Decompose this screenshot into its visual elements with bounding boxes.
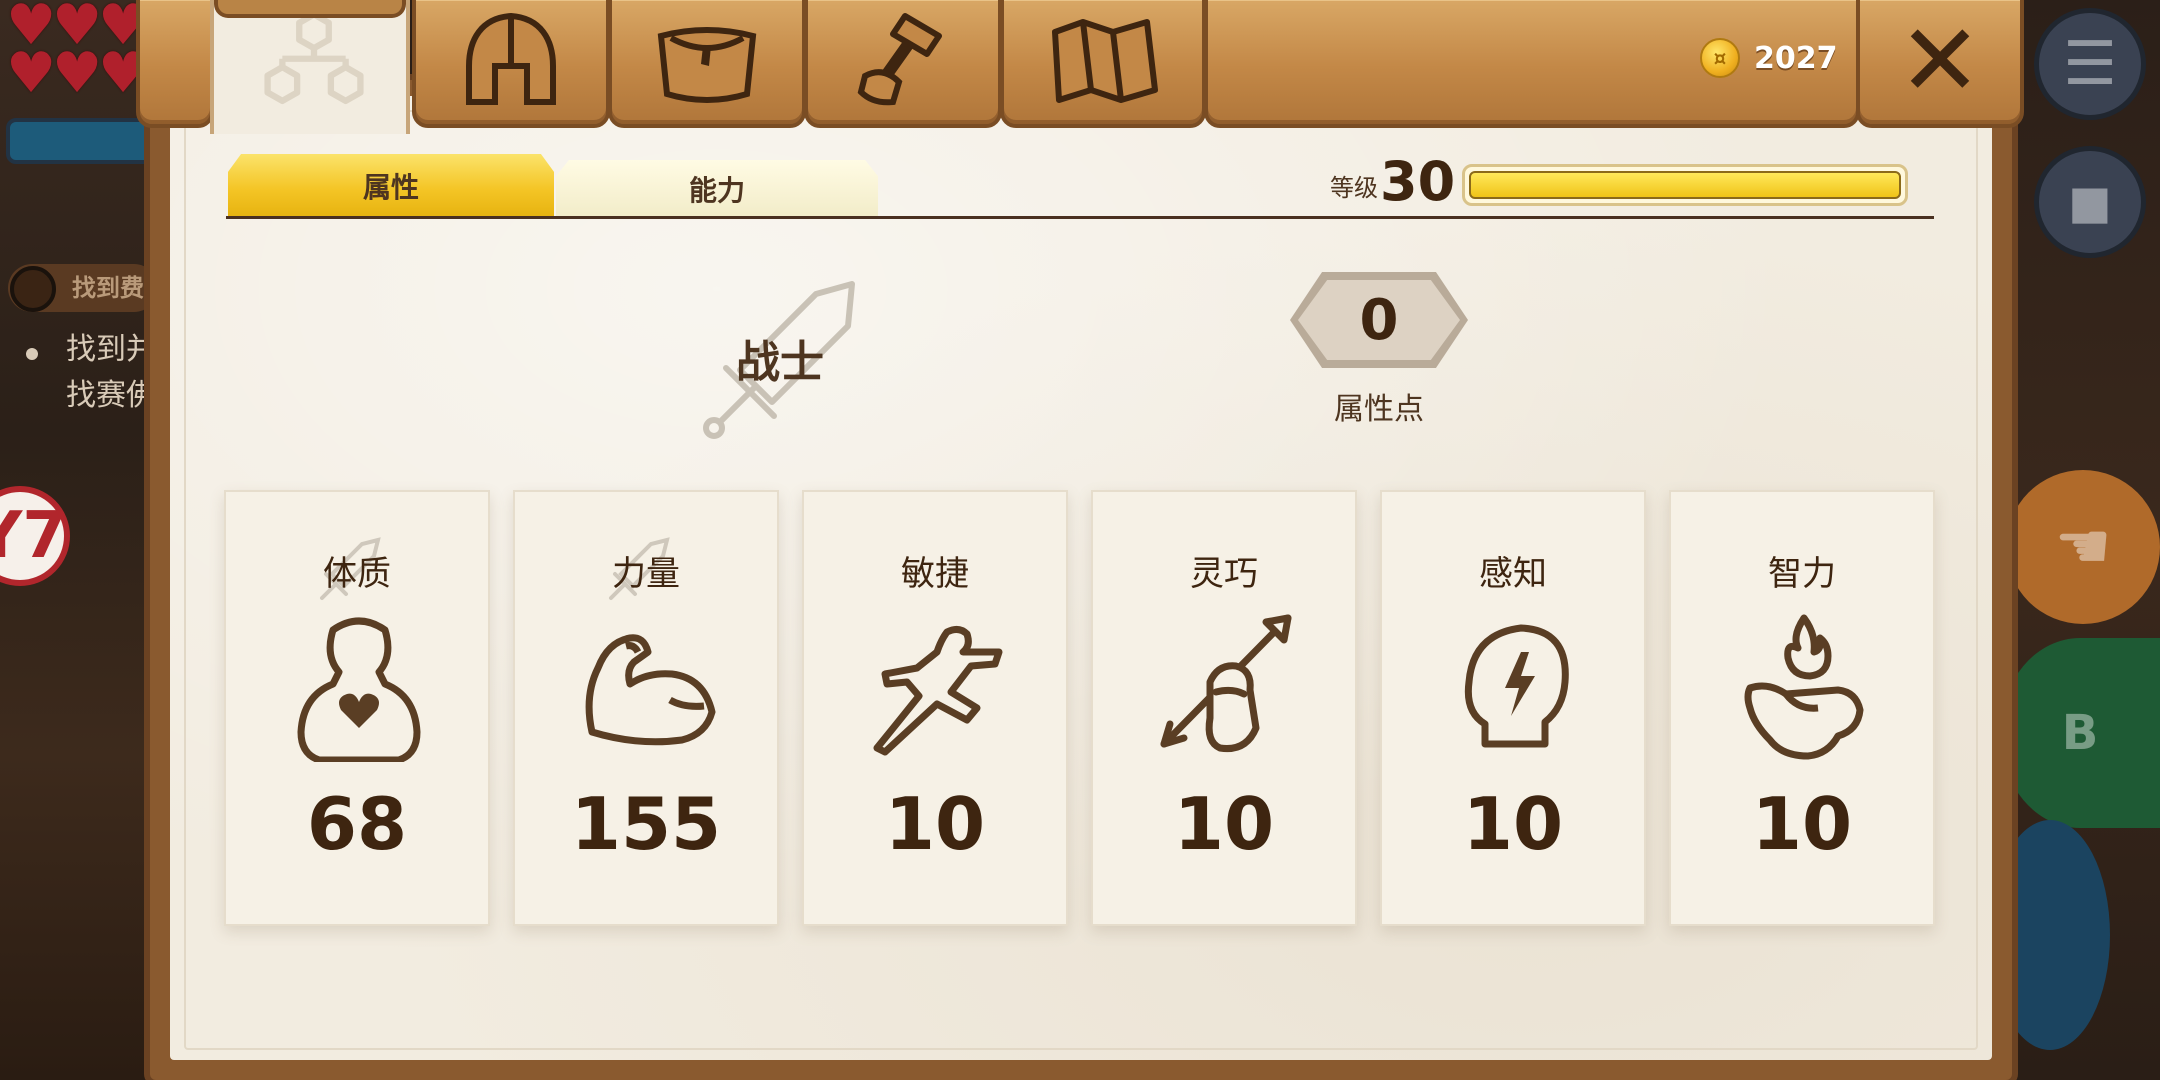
stat-value: 68 bbox=[306, 782, 408, 866]
interact-button[interactable]: ☚ bbox=[2006, 470, 2160, 624]
stat-card-intelligence[interactable]: 智力 10 bbox=[1669, 490, 1935, 926]
level-value: 30 bbox=[1380, 150, 1456, 213]
quest-marker-icon bbox=[10, 266, 56, 312]
stat-value: 10 bbox=[1751, 782, 1853, 866]
hammer-icon bbox=[857, 13, 942, 106]
stat-value: 10 bbox=[1462, 782, 1564, 866]
camera-icon: ■ bbox=[2068, 175, 2112, 229]
camera-button[interactable]: ■ bbox=[2034, 146, 2146, 258]
constitution-icon bbox=[297, 617, 421, 762]
stat-value: 155 bbox=[570, 782, 722, 866]
stat-name: 力量 bbox=[612, 554, 680, 594]
xp-bar bbox=[1462, 164, 1908, 206]
close-button[interactable]: ✕ bbox=[1856, 0, 2024, 128]
helmet-icon bbox=[466, 12, 556, 105]
attribute-points-label: 属性点 bbox=[1334, 392, 1424, 427]
stat-card-agility[interactable]: 敏捷 10 bbox=[802, 490, 1068, 926]
stat-card-perception[interactable]: 感知 10 bbox=[1380, 490, 1646, 926]
menu-button[interactable]: ☰ bbox=[2034, 8, 2146, 120]
perception-icon bbox=[1464, 624, 1569, 748]
tab-skills-top bbox=[214, 0, 406, 18]
stat-name: 体质 bbox=[323, 554, 391, 594]
stat-value: 10 bbox=[884, 782, 986, 866]
tab-attributes[interactable]: 属性 bbox=[228, 154, 554, 218]
intelligence-icon bbox=[1744, 614, 1864, 760]
stat-name: 敏捷 bbox=[901, 554, 969, 594]
level-label: 等级 bbox=[1330, 174, 1378, 202]
class-name: 战士 bbox=[736, 337, 824, 388]
tab-crafting[interactable] bbox=[804, 0, 1002, 128]
stat-name: 灵巧 bbox=[1190, 554, 1258, 594]
tab-equipment[interactable] bbox=[412, 0, 610, 128]
quest-bullet bbox=[26, 348, 38, 360]
tab-divider bbox=[226, 216, 1934, 219]
hamburger-icon: ☰ bbox=[2063, 29, 2117, 99]
hand-icon: ☚ bbox=[2054, 510, 2112, 584]
stat-card-strength[interactable]: 力量 155 bbox=[513, 490, 779, 926]
heart-icon: ♥ bbox=[52, 41, 103, 106]
attribute-points-value: 0 bbox=[1298, 280, 1460, 360]
tab-map[interactable] bbox=[1000, 0, 1206, 128]
quest-objective-2: 找赛佛 bbox=[66, 378, 156, 413]
close-icon: ✕ bbox=[1898, 2, 1982, 119]
stat-name: 智力 bbox=[1768, 554, 1836, 594]
skill-tree-icon bbox=[264, 11, 364, 105]
strength-icon bbox=[585, 634, 716, 746]
stat-name: 感知 bbox=[1479, 554, 1547, 594]
bag-icon bbox=[657, 27, 757, 103]
tab-edge bbox=[136, 0, 214, 128]
quest-objective-1: 找到并 bbox=[66, 332, 156, 367]
stat-card-dexterity[interactable]: 灵巧 10 bbox=[1091, 490, 1357, 926]
gold-amount: 2027 bbox=[1754, 40, 1838, 76]
xp-bar-fill bbox=[1469, 171, 1901, 199]
agility-icon bbox=[873, 625, 1003, 756]
gold-coin-icon: ¤ bbox=[1700, 38, 1740, 78]
stat-card-constitution[interactable]: 体质 68 bbox=[224, 490, 490, 926]
stat-value: 10 bbox=[1173, 782, 1275, 866]
tab-abilities[interactable]: 能力 bbox=[556, 160, 878, 218]
tab-skills[interactable] bbox=[210, 0, 410, 134]
tab-inventory[interactable] bbox=[608, 0, 806, 128]
gold-display: ¤ 2027 bbox=[1700, 38, 1838, 78]
heart-icon: ♥ bbox=[6, 41, 57, 106]
dexterity-icon bbox=[1160, 614, 1292, 753]
map-icon bbox=[1052, 19, 1158, 103]
y7-badge[interactable]: Y7 bbox=[0, 486, 70, 586]
b-button[interactable]: B bbox=[2000, 638, 2160, 828]
